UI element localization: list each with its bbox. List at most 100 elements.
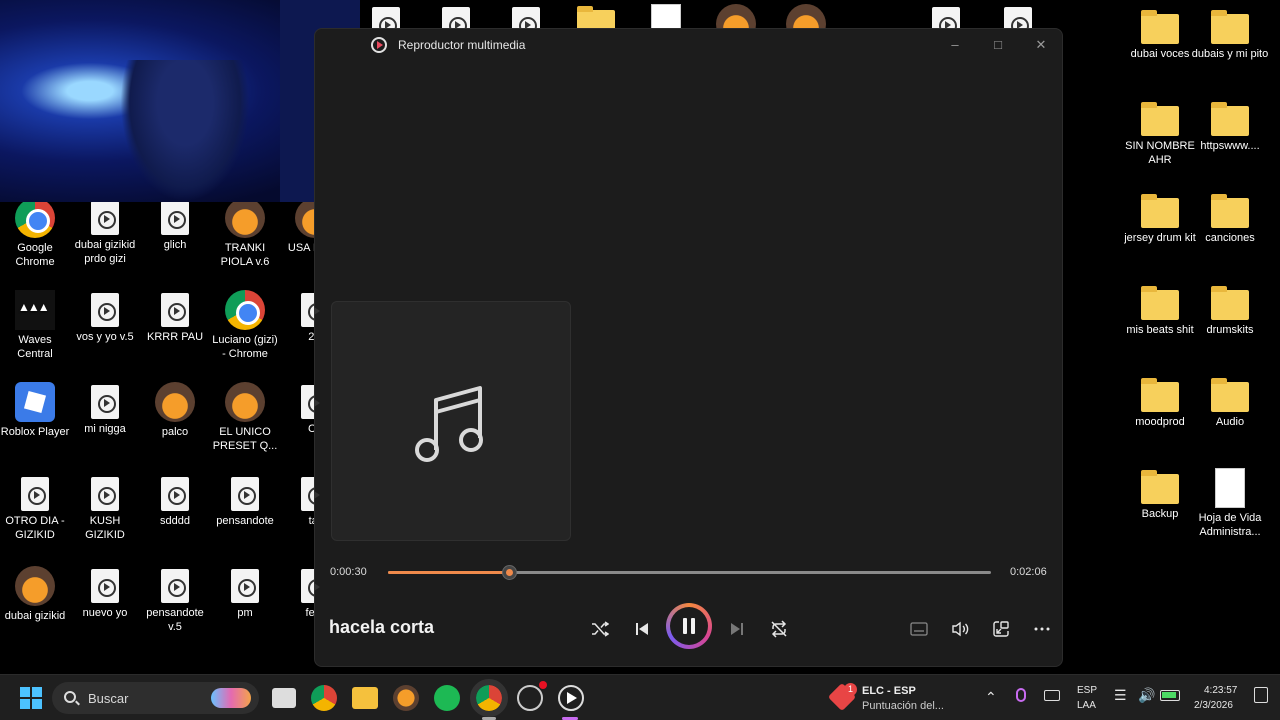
folder-icon <box>1211 378 1249 412</box>
desktop-icon[interactable]: dubai gizikid prdo gizi <box>70 198 140 266</box>
media-player-app-icon <box>371 37 387 53</box>
desktop-icon[interactable]: palco <box>140 382 210 439</box>
volume-button[interactable] <box>946 615 974 643</box>
clock-time[interactable]: 4:23:57 <box>1204 685 1237 696</box>
track-title: hacela corta <box>329 617 435 637</box>
desktop-icon-label: Google Chrome <box>15 242 55 268</box>
desktop-icon[interactable]: Luciano (gizi) - Chrome <box>210 290 280 361</box>
desktop-icon[interactable]: dubai gizikid <box>0 566 70 623</box>
desktop-icon[interactable]: mi nigga <box>70 382 140 436</box>
close-button[interactable]: ✕ <box>1021 33 1061 57</box>
desktop-icon[interactable]: glich <box>140 198 210 252</box>
desktop-icon-label: httpswww.... <box>1200 140 1260 152</box>
next-button[interactable] <box>723 615 751 643</box>
clock-date[interactable]: 2/3/2026 <box>1194 700 1233 711</box>
desktop-icon[interactable]: drumskits <box>1190 284 1270 337</box>
desktop-icon[interactable]: canciones <box>1190 192 1270 245</box>
start-button[interactable] <box>20 687 42 709</box>
fruit-icon <box>155 382 195 422</box>
desktop-icon[interactable]: httpswww.... <box>1190 100 1270 153</box>
desktop-icon[interactable]: sdddd <box>140 474 210 528</box>
spotify-icon[interactable] <box>434 685 460 711</box>
desktop-icon-label: dubai voces <box>1130 48 1190 60</box>
volume-tray-icon[interactable]: 🔊 <box>1138 687 1155 704</box>
battery-icon[interactable] <box>1160 690 1180 701</box>
task-view-icon[interactable] <box>272 688 296 708</box>
language-top[interactable]: ESP <box>1077 685 1097 696</box>
window-title: Reproductor multimedia <box>398 38 526 52</box>
next-icon <box>731 623 743 635</box>
elapsed-time: 0:00:30 <box>330 566 367 578</box>
desktop-icon[interactable]: SIN NOMBRE AHR <box>1120 100 1200 167</box>
chrome-profile-taskbar-icon[interactable] <box>470 679 508 717</box>
captions-button[interactable] <box>905 615 933 643</box>
fruit-icon <box>15 566 55 606</box>
pause-icon <box>683 618 695 634</box>
desktop-icon[interactable]: Hoja de Vida Administra... <box>1190 468 1270 539</box>
desktop-icon[interactable]: EL UNICO PRESET Q... <box>210 382 280 453</box>
desktop-icon[interactable]: KUSH GIZIKID <box>70 474 140 542</box>
desktop-icon[interactable]: jersey drum kit <box>1120 192 1200 245</box>
media-player-taskbar-icon[interactable] <box>558 685 584 711</box>
file-icon <box>161 569 189 603</box>
desktop-icon[interactable]: vos y yo v.5 <box>70 290 140 344</box>
minimize-button[interactable]: – <box>935 33 975 57</box>
keyboard-icon[interactable] <box>1044 690 1060 701</box>
file-icon <box>21 477 49 511</box>
desktop-icon[interactable]: nuevo yo <box>70 566 140 620</box>
fruit-icon <box>225 382 265 422</box>
obs-icon[interactable] <box>517 681 547 711</box>
seek-bar[interactable] <box>388 565 991 580</box>
desktop-icon-label: Roblox Player <box>0 426 70 438</box>
desktop-icon[interactable]: Google Chrome <box>0 198 70 269</box>
title-bar[interactable]: Reproductor multimedia – □ ✕ <box>315 29 1062 61</box>
desktop-icon[interactable]: pensandote v.5 <box>140 566 210 634</box>
desktop-icon[interactable]: dubais y mi pito <box>1190 8 1270 61</box>
desktop-icon[interactable]: dubai voces <box>1120 8 1200 61</box>
desktop-icon[interactable]: Waves Central <box>0 290 70 361</box>
desktop-icon-label: KUSH GIZIKID <box>85 515 125 541</box>
desktop-icon-label: pm <box>237 607 253 619</box>
desktop-icon[interactable]: pm <box>210 566 280 620</box>
desktop-icon[interactable]: TRANKI PIOLA v.6 <box>210 198 280 269</box>
file-icon <box>91 385 119 419</box>
miniplayer-button[interactable] <box>987 615 1015 643</box>
taskbar-search[interactable]: Buscar <box>52 682 259 714</box>
desktop-icon-label: pensandote v.5 <box>146 607 204 633</box>
desktop-icon[interactable]: Backup <box>1120 468 1200 521</box>
desktop-icon[interactable]: Audio <box>1190 376 1270 429</box>
repeat-off-icon <box>771 620 787 638</box>
folder-icon <box>1211 102 1249 136</box>
play-pause-button[interactable] <box>666 603 712 649</box>
desktop-icon[interactable]: Roblox Player <box>0 382 70 439</box>
desktop-icon-label: Hoja de Vida Administra... <box>1198 512 1262 538</box>
search-highlight-icon <box>211 688 251 708</box>
desktop-icon[interactable]: OTRO DIA - GIZIKID <box>0 474 70 542</box>
fl-studio-taskbar-icon[interactable] <box>393 685 419 711</box>
folder-icon <box>1141 378 1179 412</box>
desktop-icon[interactable]: KRRR PAU <box>140 290 210 344</box>
microphone-icon[interactable] <box>1016 688 1026 702</box>
desktop-icon[interactable]: moodprod <box>1120 376 1200 429</box>
chrome-icon <box>15 198 55 238</box>
maximize-button[interactable]: □ <box>978 33 1018 57</box>
repeat-button[interactable] <box>765 615 793 643</box>
wifi-icon[interactable]: ☰ <box>1114 687 1127 704</box>
language-bottom[interactable]: LAA <box>1077 700 1096 711</box>
desktop-icon-label: nuevo yo <box>82 607 128 619</box>
notifications-icon[interactable] <box>1254 687 1268 703</box>
seek-bar-thumb[interactable] <box>501 565 517 580</box>
desktop-icon[interactable]: mis beats shit <box>1120 284 1200 337</box>
windows-logo-icon <box>20 687 42 709</box>
shuffle-button[interactable] <box>586 615 614 643</box>
chrome-taskbar-icon[interactable] <box>311 685 337 711</box>
previous-icon <box>636 623 648 635</box>
file-explorer-icon[interactable] <box>352 687 378 709</box>
folder-icon <box>1211 10 1249 44</box>
desktop-icon[interactable]: pensandote <box>210 474 280 528</box>
news-widget[interactable]: 1 ELC - ESP Puntuación del... <box>827 682 956 715</box>
chevron-up-icon[interactable]: ⌃ <box>985 689 997 706</box>
previous-button[interactable] <box>628 615 656 643</box>
total-duration: 0:02:06 <box>1010 566 1047 578</box>
more-options-button[interactable] <box>1028 615 1056 643</box>
